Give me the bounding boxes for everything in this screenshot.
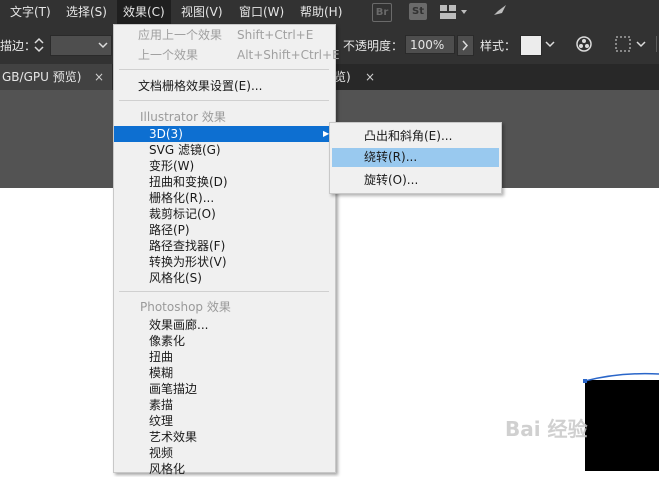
submenu-3d: 凸出和斜角(E)... 绕转(R)... 旋转(O)... bbox=[329, 122, 502, 194]
menu-item-label: 扭曲 bbox=[149, 350, 174, 364]
menu-type[interactable]: 文字(T) bbox=[4, 0, 57, 24]
close-icon[interactable]: × bbox=[94, 64, 104, 90]
menu-item-label: SVG 滤镜(G) bbox=[149, 143, 221, 157]
chevron-down-icon bbox=[98, 42, 108, 49]
menu-item-label: 旋转(O)... bbox=[364, 173, 419, 187]
section-header-photoshop: Photoshop 效果 bbox=[140, 300, 231, 314]
watermark: Bai 经验 bbox=[505, 417, 588, 441]
menu-help[interactable]: 帮助(H) bbox=[294, 0, 348, 24]
menu-separator bbox=[119, 291, 329, 292]
menu-item-effect-gallery[interactable]: 效果画廊... bbox=[114, 317, 333, 333]
menu-item-label: 纹理 bbox=[149, 414, 174, 428]
chevron-right-icon bbox=[462, 40, 469, 51]
menu-separator bbox=[119, 69, 329, 70]
menu-item-pixelate[interactable]: 像素化 bbox=[114, 333, 333, 349]
shortcut-label: Shift+Ctrl+E bbox=[237, 28, 314, 42]
menu-effect[interactable]: 效果(C) bbox=[117, 0, 171, 24]
menu-item-rotate[interactable]: 旋转(O)... bbox=[332, 171, 499, 190]
close-icon[interactable]: × bbox=[365, 64, 375, 90]
menu-item-label: 扭曲和变换(D) bbox=[149, 175, 228, 189]
menu-item-rasterize[interactable]: 栅格化(R)... bbox=[114, 190, 333, 206]
stroke-label: 描边： bbox=[0, 39, 37, 53]
tab-label: GB/GPU 预览) bbox=[2, 70, 82, 84]
stroke-stepper[interactable] bbox=[32, 36, 46, 54]
menu-item-sketch[interactable]: 素描 bbox=[114, 397, 333, 413]
menu-item-label: 应用上一个效果 bbox=[138, 28, 223, 42]
tab-document-2[interactable]: 览) bbox=[334, 64, 364, 90]
graphic-style-swatch[interactable] bbox=[520, 35, 542, 56]
menu-item-crop-marks[interactable]: 裁剪标记(O) bbox=[114, 206, 333, 222]
chevron-down-icon[interactable] bbox=[545, 40, 555, 48]
section-header-illustrator: Illustrator 效果 bbox=[140, 110, 226, 124]
menu-item-label: 视频 bbox=[149, 446, 174, 460]
bridge-icon[interactable]: Br bbox=[372, 3, 392, 22]
menu-item-extrude-bevel[interactable]: 凸出和斜角(E)... bbox=[332, 127, 499, 146]
menu-item-distort[interactable]: 扭曲 bbox=[114, 349, 333, 365]
menu-item-label: 凸出和斜角(E)... bbox=[364, 129, 453, 143]
menu-item-label: 绕转(R)... bbox=[364, 150, 418, 164]
menu-item-label: 模糊 bbox=[149, 366, 174, 380]
menu-separator bbox=[119, 100, 329, 101]
menu-item-label: 3D(3) bbox=[149, 127, 183, 141]
menu-item-artistic[interactable]: 艺术效果 bbox=[114, 429, 333, 445]
chevron-down-icon[interactable] bbox=[636, 40, 646, 48]
menu-item-label: 变形(W) bbox=[149, 159, 195, 173]
workspace-layout-icon[interactable] bbox=[440, 5, 468, 19]
menu-item-label: 文档栅格效果设置(E)... bbox=[138, 79, 263, 93]
stroke-weight-field[interactable] bbox=[50, 35, 112, 56]
menu-item-label: 效果画廊... bbox=[149, 318, 209, 332]
menu-item-label: 艺术效果 bbox=[149, 430, 198, 444]
menu-item-apply-last-effect: 应用上一个效果 Shift+Ctrl+E bbox=[114, 27, 333, 43]
opacity-label: 不透明度： bbox=[343, 39, 404, 53]
align-selection-icon[interactable] bbox=[614, 35, 634, 53]
opacity-input[interactable]: 100% bbox=[405, 35, 455, 54]
menu-item-texture[interactable]: 纹理 bbox=[114, 413, 333, 429]
menu-item-pathfinder[interactable]: 路径查找器(F) bbox=[114, 238, 333, 254]
menu-select[interactable]: 选择(S) bbox=[60, 0, 113, 24]
menu-item-document-raster-settings[interactable]: 文档栅格效果设置(E)... bbox=[114, 78, 333, 94]
menu-bar: 文字(T) 选择(S) 效果(C) 视图(V) 窗口(W) 帮助(H) Br S… bbox=[0, 0, 659, 24]
menu-window[interactable]: 窗口(W) bbox=[233, 0, 290, 24]
tab-label: 览) bbox=[334, 70, 351, 84]
style-label: 样式： bbox=[480, 39, 517, 53]
menu-item-brush-strokes[interactable]: 画笔描边 bbox=[114, 381, 333, 397]
opacity-arrow-button[interactable] bbox=[457, 35, 474, 56]
menu-item-label: 上一个效果 bbox=[138, 48, 199, 62]
menu-item-label: 裁剪标记(O) bbox=[149, 207, 216, 221]
menu-item-svg-filters[interactable]: SVG 滤镜(G) bbox=[114, 142, 333, 158]
menu-item-label: 栅格化(R)... bbox=[149, 191, 215, 205]
divider bbox=[656, 36, 657, 52]
menu-item-label: 风格化(S) bbox=[149, 271, 202, 285]
menu-item-label: 转换为形状(V) bbox=[149, 255, 227, 269]
menu-item-path[interactable]: 路径(P) bbox=[114, 222, 333, 238]
menu-item-label: 画笔描边 bbox=[149, 382, 198, 396]
gpu-performance-icon[interactable] bbox=[488, 3, 508, 21]
recolor-artwork-icon[interactable] bbox=[575, 35, 593, 53]
menu-item-stylize-ps[interactable]: 风格化 bbox=[114, 461, 333, 477]
menu-item-label: 路径(P) bbox=[149, 223, 190, 237]
shortcut-label: Alt+Shift+Ctrl+E bbox=[237, 48, 340, 62]
menu-item-label: 风格化 bbox=[149, 462, 186, 476]
menu-item-label: 路径查找器(F) bbox=[149, 239, 226, 253]
menu-item-stylize[interactable]: 风格化(S) bbox=[114, 270, 333, 286]
menu-item-label: 像素化 bbox=[149, 334, 186, 348]
selected-path[interactable] bbox=[560, 370, 659, 400]
menu-item-warp[interactable]: 变形(W) bbox=[114, 158, 333, 174]
menu-item-video[interactable]: 视频 bbox=[114, 445, 333, 461]
menu-item-blur[interactable]: 模糊 bbox=[114, 365, 333, 381]
menu-item-convert-to-shape[interactable]: 转换为形状(V) bbox=[114, 254, 333, 270]
menu-item-label: 素描 bbox=[149, 398, 174, 412]
menu-item-3d[interactable]: 3D(3) ▶ bbox=[114, 126, 333, 142]
stock-icon[interactable]: St bbox=[409, 3, 427, 20]
menu-item-revolve[interactable]: 绕转(R)... bbox=[332, 148, 499, 167]
menu-item-distort-transform[interactable]: 扭曲和变换(D) bbox=[114, 174, 333, 190]
menu-item-last-effect: 上一个效果 Alt+Shift+Ctrl+E bbox=[114, 47, 340, 63]
menu-view[interactable]: 视图(V) bbox=[175, 0, 229, 24]
effect-menu-dropdown: 应用上一个效果 Shift+Ctrl+E 上一个效果 Alt+Shift+Ctr… bbox=[113, 24, 340, 476]
